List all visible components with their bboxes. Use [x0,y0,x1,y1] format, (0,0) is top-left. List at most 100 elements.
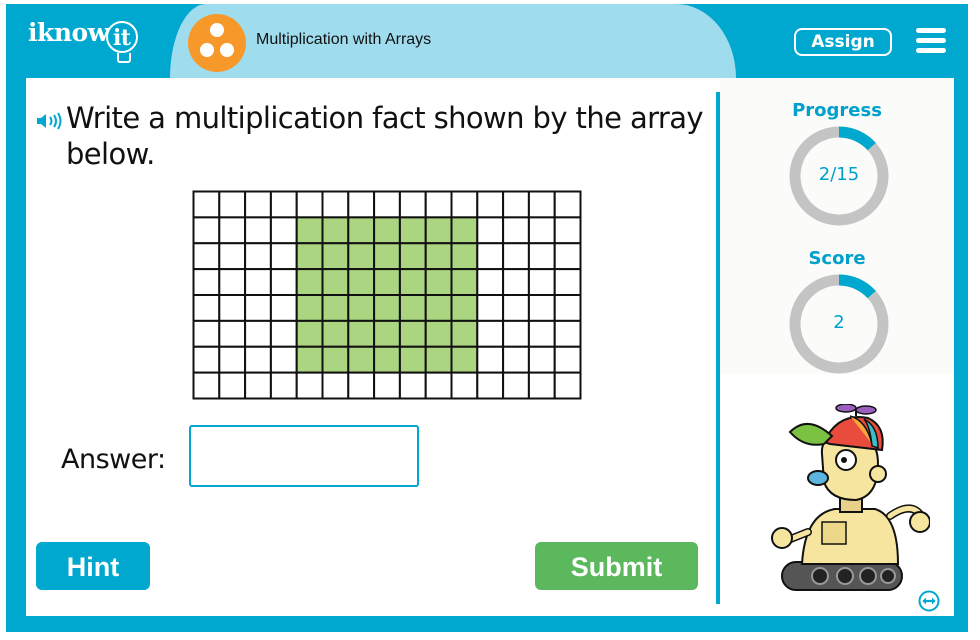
dot [200,43,214,57]
array-cell [295,371,324,400]
array-cell-shaded [424,345,453,374]
array-cell-shaded [321,216,350,245]
array-cell-shaded [398,294,427,322]
array-cell-shaded [321,345,350,374]
array-cell [527,319,556,348]
array-cell [553,242,582,271]
array-cell-shaded [295,216,324,245]
iknowit-logo[interactable]: iknow it [28,18,138,63]
array-cell [476,190,505,219]
array-cell-shaded [347,242,376,271]
array-cell [218,268,247,296]
array-cell-shaded [347,268,376,296]
array-cell [424,371,453,400]
array-cell [192,216,221,245]
array-cell [269,371,298,400]
array-cell-shaded [347,294,376,322]
array-cell [244,294,272,322]
dot [210,23,224,37]
array-cell [527,242,556,271]
array-cell [553,319,582,348]
bulb-base [116,53,131,63]
array-cell-shaded [450,345,479,374]
array-cell [321,190,350,219]
array-cell-shaded [398,345,427,374]
array-cell-shaded [450,268,479,296]
array-cell-shaded [373,319,401,348]
menu-bar [916,38,946,43]
array-cell-shaded [424,242,453,271]
array-cell [192,294,221,322]
array-cell [527,190,556,219]
score-label: Score [808,248,866,269]
array-cell [218,216,247,245]
array-cell [527,371,556,400]
array-cell [218,345,247,374]
array-cell-shaded [295,294,324,322]
array-cell [295,190,324,219]
assign-button[interactable]: Assign [794,28,892,56]
array-cell [347,371,376,400]
three-dots-circle-icon [188,14,246,72]
array-cell [218,190,247,219]
array-cell [502,371,530,400]
logo-bulb-text: it [112,25,131,51]
array-cell [269,190,298,219]
array-cell [244,345,272,374]
array-cell [476,371,505,400]
array-cell [218,242,247,271]
array-cell [553,190,582,219]
array-cell-shaded [424,294,453,322]
lesson-title: Multiplication with Arrays [256,31,432,48]
array-cell [502,294,530,322]
array-cell [553,216,582,245]
speaker-icon[interactable] [36,112,64,130]
hamburger-menu-icon[interactable] [916,28,946,54]
progress-value: 2/15 [818,164,860,185]
array-cell [527,268,556,296]
array-cell [502,242,530,271]
header: iknow it Multiplication with Arrays Assig… [6,4,968,78]
array-cell [192,190,221,219]
array-cell-shaded [424,319,453,348]
logo-text: iknow [28,18,109,47]
array-cell-shaded [398,268,427,296]
hint-button[interactable]: Hint [36,542,150,590]
array-cell-shaded [347,216,376,245]
array-cell-shaded [321,268,350,296]
array-cell [269,216,298,245]
array-cell-shaded [450,242,479,271]
array-cell [450,371,479,400]
array-cell-shaded [424,268,453,296]
lesson-title-bar [170,4,736,78]
array-grid [192,190,582,400]
array-cell-shaded [347,345,376,374]
score-value: 2 [833,312,845,333]
stats-panel: Progress 2/15 Score 2 [720,78,954,374]
array-cell [218,319,247,348]
multiplication-array [192,190,582,400]
array-cell [424,190,453,219]
swap-arrows-icon[interactable] [918,590,940,612]
array-cell-shaded [373,268,401,296]
array-cell [502,319,530,348]
array-cell [269,319,298,348]
array-cell [347,190,376,219]
menu-bar [916,48,946,53]
array-cell [398,190,427,219]
array-cell [450,190,479,219]
array-cell [502,190,530,219]
question-text: Write a multiplication fact shown by the… [66,101,704,171]
array-cell-shaded [450,319,479,348]
array-cell [192,268,221,296]
submit-button[interactable]: Submit [535,542,698,590]
answer-input[interactable] [189,425,419,487]
question-panel: Write a multiplication fact shown by the… [26,78,716,616]
array-cell [527,216,556,245]
array-cell-shaded [321,294,350,322]
array-cell-shaded [373,345,401,374]
array-cell [244,268,272,296]
dot [220,43,234,57]
array-cell-shaded [424,216,453,245]
array-cell [244,242,272,271]
